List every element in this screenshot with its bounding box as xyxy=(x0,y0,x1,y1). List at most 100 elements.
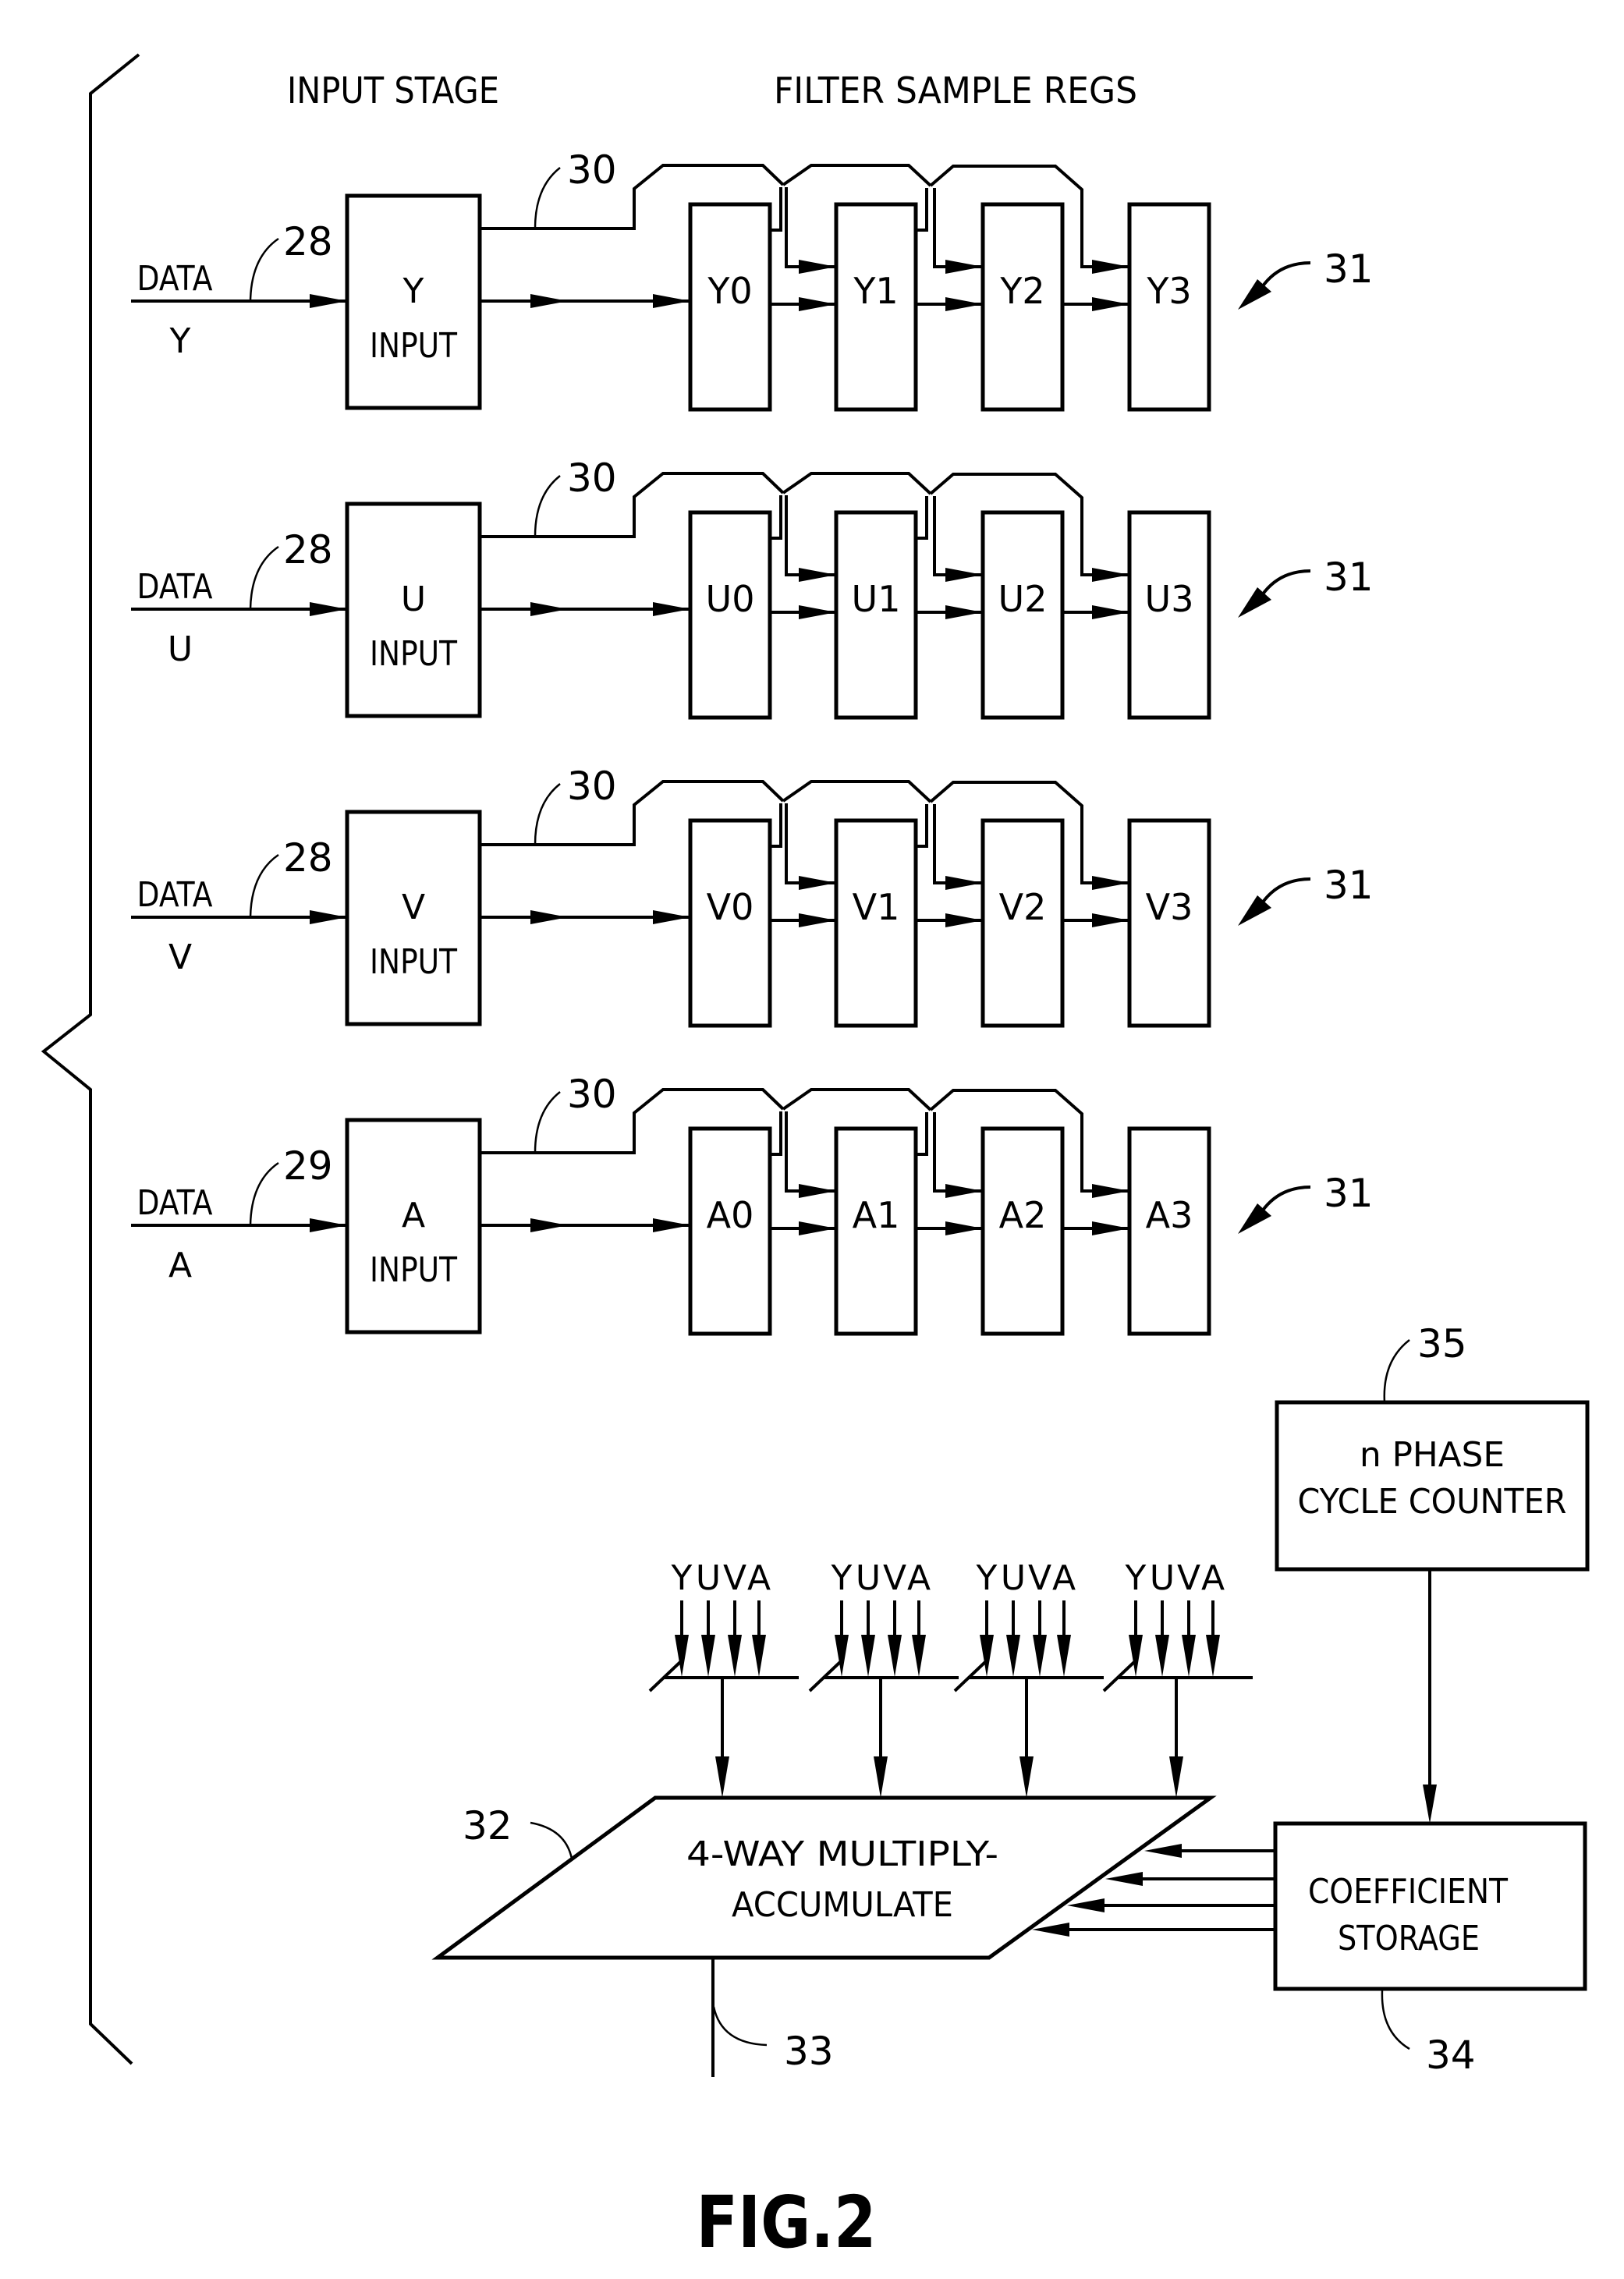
component-arrowhead xyxy=(675,1635,689,1677)
group-drop-arrowhead xyxy=(1169,1756,1183,1798)
cycle-counter-ref-leader xyxy=(1383,1339,1410,1403)
register-chain-arrowhead xyxy=(945,913,983,927)
input-box-label: INPUT xyxy=(370,634,457,674)
component-label: Y xyxy=(831,1558,853,1598)
register-chain-arrowhead xyxy=(1092,605,1129,619)
data-input-arrowhead xyxy=(310,294,347,308)
coefficient-storage-label-line1: COEFFICIENT xyxy=(1308,1872,1508,1912)
register-chain-arrowhead xyxy=(1092,297,1129,311)
cycle-counter-label-line1: n PHASE xyxy=(1360,1435,1505,1475)
component-arrowhead xyxy=(835,1635,849,1677)
data-input-label: DATA xyxy=(137,259,213,299)
shift-bus-segment xyxy=(785,495,836,576)
regs-ref-number: 31 xyxy=(1324,246,1374,292)
bus-input-arrowhead xyxy=(799,260,836,274)
filter-register-label: Y0 xyxy=(707,270,752,312)
regs-ref-number: 31 xyxy=(1324,1171,1374,1216)
input-ref-leader xyxy=(249,1161,279,1226)
component-arrowhead xyxy=(980,1635,994,1677)
component-arrowhead xyxy=(888,1635,902,1677)
input-ref-leader xyxy=(249,853,279,918)
sample-arrowhead xyxy=(530,602,568,616)
filter-register-label: U0 xyxy=(706,578,755,620)
register-chain-arrowhead xyxy=(945,1221,983,1235)
sample-arrowhead xyxy=(653,602,690,616)
shift-bus-segment xyxy=(782,164,932,187)
component-label: Y xyxy=(976,1558,998,1598)
bus-input-arrowhead xyxy=(1092,1184,1129,1198)
filter-register-label: Y1 xyxy=(853,270,898,312)
filter-register-label: U3 xyxy=(1145,578,1194,620)
bus-input-arrowhead xyxy=(799,876,836,890)
mac-unit xyxy=(431,1795,1217,1960)
input-box-label: INPUT xyxy=(370,326,457,366)
component-label: U xyxy=(1150,1558,1175,1598)
register-chain-arrowhead xyxy=(799,1221,836,1235)
mac-output-ref-number: 33 xyxy=(784,2029,834,2074)
component-label: U xyxy=(856,1558,881,1598)
register-chain-arrowhead xyxy=(1092,913,1129,927)
component-label: U xyxy=(696,1558,721,1598)
filter-sample-regs-header: FILTER SAMPLE REGS xyxy=(774,69,1137,112)
filter-register-label: A1 xyxy=(853,1194,900,1236)
component-arrowhead xyxy=(1206,1635,1220,1677)
cycle-counter-ref-number: 35 xyxy=(1417,1321,1467,1366)
filter-register-label: V2 xyxy=(999,886,1047,928)
multiply-accumulate-section: YUVAYUVAYUVAYUVA 4-WAY MULTIPLY- ACCUMUL… xyxy=(431,1558,1275,2077)
group-drop-arrowhead xyxy=(874,1756,888,1798)
shift-bus-segment xyxy=(782,472,932,495)
group-drop-arrowhead xyxy=(715,1756,729,1798)
component-arrowhead xyxy=(728,1635,742,1677)
data-input-arrowhead xyxy=(310,1218,347,1232)
sample-arrowhead xyxy=(530,910,568,924)
bus-input-arrowhead xyxy=(945,1184,983,1198)
component-label: A xyxy=(1201,1558,1225,1598)
regs-ref-number: 31 xyxy=(1324,863,1374,908)
component-arrowhead xyxy=(1006,1635,1020,1677)
component-label: V xyxy=(1177,1558,1200,1598)
bus-input-arrowhead xyxy=(1092,876,1129,890)
filter-register-label: V0 xyxy=(707,886,754,928)
mac-ref-number: 32 xyxy=(463,1803,512,1848)
regs-ref-leader xyxy=(1261,569,1311,597)
grouping-brace xyxy=(41,53,140,2065)
data-channel-label: U xyxy=(168,629,193,669)
data-input-label: DATA xyxy=(137,1183,213,1223)
mac-input-group: YUVA xyxy=(953,1558,1104,1798)
mac-input-group: YUVA xyxy=(808,1558,959,1798)
regs-ref-leader xyxy=(1261,1186,1311,1213)
group-drop-arrowhead xyxy=(1019,1756,1034,1798)
filter-register-label: Y2 xyxy=(999,270,1044,312)
data-channel-label: Y xyxy=(169,321,191,361)
component-label: V xyxy=(883,1558,906,1598)
sample-arrowhead xyxy=(653,910,690,924)
sample-arrowhead xyxy=(530,294,568,308)
component-arrowhead xyxy=(1057,1635,1071,1677)
regs-ref-leader xyxy=(1261,261,1311,289)
input-ref-number: 28 xyxy=(283,835,333,881)
input-box-channel-label: A xyxy=(402,1196,425,1235)
component-label: A xyxy=(1052,1558,1076,1598)
component-arrowhead xyxy=(752,1635,766,1677)
bus-input-arrowhead xyxy=(799,568,836,582)
component-label: Y xyxy=(671,1558,693,1598)
regs-ref-number: 31 xyxy=(1324,555,1374,600)
filter-register-label: A2 xyxy=(999,1194,1047,1236)
input-stage-header: INPUT STAGE xyxy=(287,69,499,112)
input-box-channel-label: U xyxy=(401,579,426,619)
register-chain-arrowhead xyxy=(799,605,836,619)
bus-input-arrowhead xyxy=(1092,568,1129,582)
register-chain-arrowhead xyxy=(945,605,983,619)
mac-label-line1: 4-WAY MULTIPLY- xyxy=(686,1834,998,1874)
input-ref-number: 28 xyxy=(283,527,333,572)
bus-ref-number: 30 xyxy=(567,455,617,501)
input-box-label: INPUT xyxy=(370,942,457,982)
component-arrowhead xyxy=(1182,1635,1196,1677)
bus-ref-leader xyxy=(534,1091,561,1154)
coefficient-storage-label-line2: STORAGE xyxy=(1338,1919,1480,1958)
filter-register-label: U2 xyxy=(998,578,1048,620)
filter-register-label: A0 xyxy=(707,1194,754,1236)
mac-output-ref-leader xyxy=(712,2006,768,2047)
sample-arrowhead xyxy=(653,1218,690,1232)
bus-ref-leader xyxy=(534,783,561,845)
